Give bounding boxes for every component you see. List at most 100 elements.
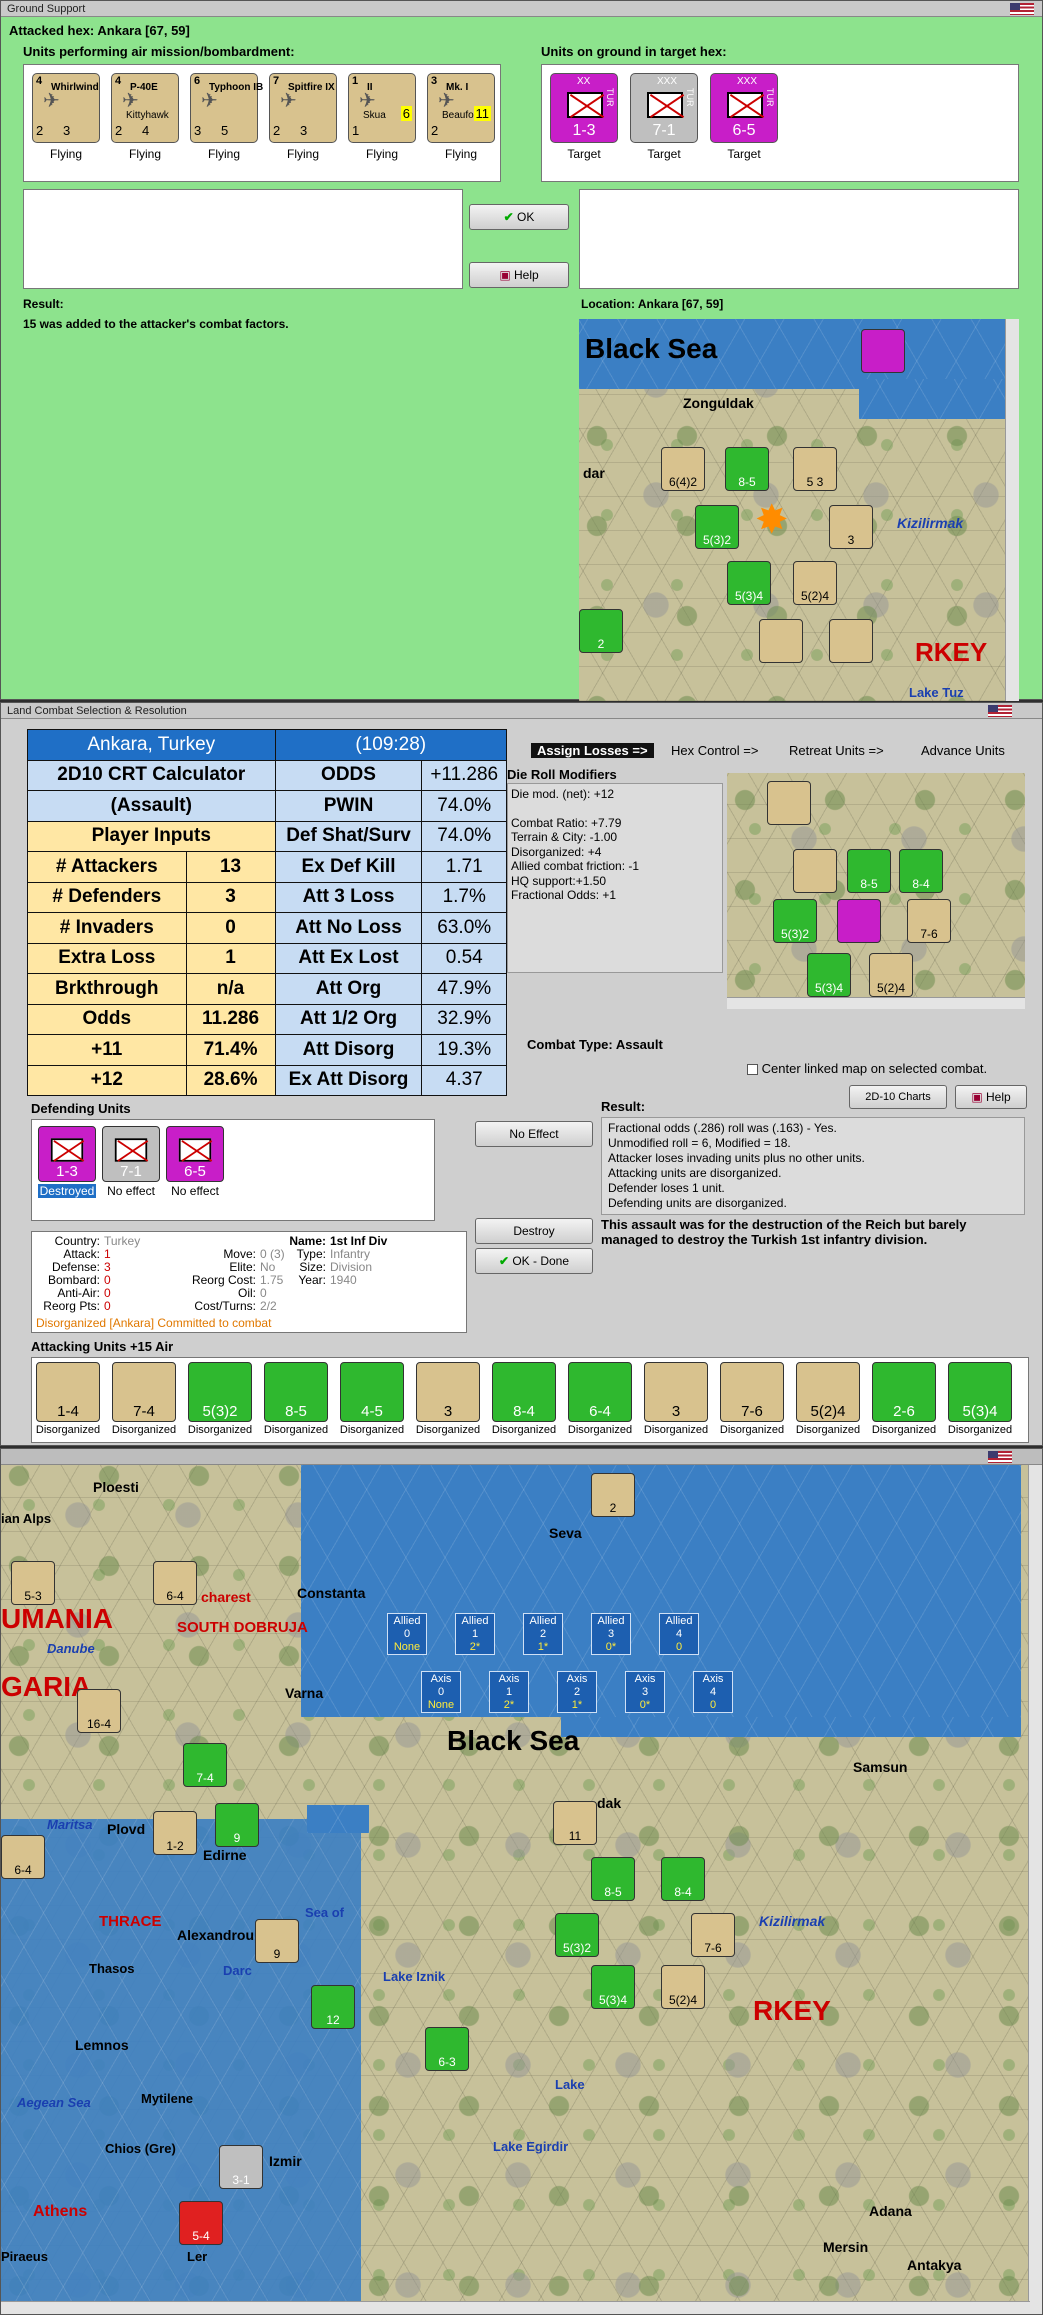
map-unit-counter[interactable]: 8-5 xyxy=(591,1857,635,1901)
defender-counter[interactable]: 6-5 xyxy=(166,1126,224,1182)
center-checkbox-row[interactable]: Center linked map on selected combat. xyxy=(747,1061,987,1076)
attacker-counter[interactable]: 6-4 xyxy=(568,1362,632,1422)
map-unit-counter[interactable]: 3-1 xyxy=(219,2145,263,2189)
main-map-titlebar[interactable] xyxy=(1,1449,1042,1465)
attacker-counter[interactable]: 5(2)4 xyxy=(796,1362,860,1422)
target-unit-counter[interactable]: XX TUR 1-3 xyxy=(550,73,618,143)
tab-assign-losses[interactable]: Assign Losses => xyxy=(531,743,654,758)
destroy-button[interactable]: Destroy xyxy=(475,1218,593,1244)
defender-counter[interactable]: 1-3 xyxy=(38,1126,96,1182)
crt-header-right: (109:28) xyxy=(274,729,508,761)
combat-minimap[interactable]: 8-5 8-4 5(3)2 7-6 5(3)4 5(2)4 xyxy=(727,773,1025,1009)
unit-info-label: Reorg Cost: xyxy=(191,1273,256,1287)
main-map-vscrollbar[interactable] xyxy=(1028,1465,1042,2314)
main-map-hscrollbar[interactable] xyxy=(1,2301,1030,2314)
air-unit-counter[interactable]: 4 Whirlwind 2 3 ✈ xyxy=(32,73,100,143)
combat-help-button[interactable]: ▣ Help xyxy=(955,1085,1027,1109)
minimap-vscrollbar[interactable] xyxy=(1005,319,1019,701)
map-unit-counter[interactable]: 6-3 xyxy=(425,2027,469,2071)
map-unit-counter[interactable]: 6-4 xyxy=(1,1835,45,1879)
defending-units-panel: 1-3 Destroyed 7-1 No effect 6-5 No effect xyxy=(31,1119,435,1221)
map-unit-counter[interactable]: 5(3)4 xyxy=(591,1965,635,2009)
allied-box-value: 0 xyxy=(675,1641,683,1653)
unit-info-value: 3 xyxy=(104,1260,111,1274)
crt-input-value[interactable]: 11.286 xyxy=(185,1003,276,1035)
land-combat-titlebar[interactable]: Land Combat Selection & Resolution xyxy=(1,703,1042,719)
map-unit-counter[interactable]: 5(2)4 xyxy=(661,1965,705,2009)
attacker-status: Disorganized xyxy=(111,1424,177,1436)
ok-done-button[interactable]: ✔ OK - Done xyxy=(475,1248,593,1274)
crt-input-value[interactable]: 1 xyxy=(185,942,276,974)
map-unit-counter[interactable]: 5-4 xyxy=(179,2201,223,2245)
attacker-counter[interactable]: 5(3)2 xyxy=(188,1362,252,1422)
help-button[interactable]: ▣ Help xyxy=(469,262,569,288)
map-unit-counter[interactable]: 9 xyxy=(255,1919,299,1963)
result-label: Result: xyxy=(23,297,64,311)
map-unit-counter[interactable]: 6-4 xyxy=(153,1561,197,1605)
crt-input-value[interactable]: 71.4% xyxy=(185,1034,276,1066)
tab-advance-units[interactable]: Advance Units xyxy=(921,743,1005,758)
crt-calculator-title: 2D10 CRT Calculator xyxy=(27,759,276,791)
map-unit-counter[interactable]: 7-4 xyxy=(183,1743,227,1787)
crt-input-value[interactable]: 3 xyxy=(185,881,276,913)
air-unit-counter[interactable]: 4 P-40E Kittyhawk 2 4 ✈ xyxy=(111,73,179,143)
map-unit-counter[interactable]: 5(3)2 xyxy=(555,1913,599,1957)
allied-box-number: 0 xyxy=(403,1628,411,1640)
result-line: Defending units are disorganized. xyxy=(608,1196,787,1210)
map-unit-counter[interactable]: 5-3 xyxy=(11,1561,55,1605)
attacker-counter[interactable]: 4-5 xyxy=(340,1362,404,1422)
location-minimap[interactable]: Black Sea Zonguldak dar Kizilirmak RKEY … xyxy=(579,319,1019,701)
ok-button[interactable]: ✔ OK xyxy=(469,204,569,230)
map-unit-counter[interactable]: 16-4 xyxy=(77,1689,121,1733)
crt-input-value[interactable]: 13 xyxy=(185,851,276,883)
no-effect-button[interactable]: No Effect xyxy=(475,1121,593,1147)
tab-retreat-units[interactable]: Retreat Units => xyxy=(789,743,884,758)
target-unit-counter[interactable]: XXX TUR 7-1 xyxy=(630,73,698,143)
target-unit-counter[interactable]: XXX TUR 6-5 xyxy=(710,73,778,143)
air-unit-counter[interactable]: 1 II Skua 6 1 ✈ xyxy=(348,73,416,143)
map-unit-counter[interactable]: 1-2 xyxy=(153,1811,197,1855)
charts-button[interactable]: 2D-10 Charts xyxy=(849,1085,947,1109)
crt-input-label: # Invaders xyxy=(27,912,187,944)
defender-counter[interactable]: 7-1 xyxy=(102,1126,160,1182)
attacker-counter[interactable]: 1-4 xyxy=(36,1362,100,1422)
defender-value: 6-5 xyxy=(184,1163,206,1180)
air-unit-counter[interactable]: 7 Spitfire IX 2 3 ✈ xyxy=(269,73,337,143)
attacker-value: 8-5 xyxy=(285,1403,307,1420)
attacker-counter[interactable]: 7-4 xyxy=(112,1362,176,1422)
air-unit-counter[interactable]: 6 Typhoon IB 3 5 ✈ xyxy=(190,73,263,143)
crt-input-value[interactable]: 0 xyxy=(185,912,276,944)
unit-info-status: Disorganized [Ankara] Committed to comba… xyxy=(36,1316,272,1330)
attacker-counter[interactable]: 2-6 xyxy=(872,1362,936,1422)
minimap-counter-3: 8-5 xyxy=(725,447,769,491)
attacker-counter[interactable]: 3 xyxy=(416,1362,480,1422)
crt-input-value[interactable]: n/a xyxy=(185,973,276,1005)
center-checkbox[interactable] xyxy=(747,1064,758,1076)
attacker-counter[interactable]: 3 xyxy=(644,1362,708,1422)
attacker-counter[interactable]: 8-5 xyxy=(264,1362,328,1422)
ground-support-titlebar[interactable]: Ground Support xyxy=(1,1,1042,17)
attacker-counter[interactable]: 7-6 xyxy=(720,1362,784,1422)
us-flag-icon xyxy=(988,705,1012,717)
die-roll-line: Die mod. (net): +12 xyxy=(511,787,615,801)
die-roll-line: Combat Ratio: +7.79 xyxy=(511,815,622,830)
map-unit-counter[interactable]: 7-6 xyxy=(691,1913,735,1957)
axis-box: Axis 0 None xyxy=(421,1671,461,1713)
attacker-counter[interactable]: 8-4 xyxy=(492,1362,556,1422)
minimap-country-label: RKEY xyxy=(915,637,988,667)
attacker-counter[interactable]: 5(3)4 xyxy=(948,1362,1012,1422)
minimap-sea-2 xyxy=(859,379,1019,419)
crt-input-value[interactable]: 28.6% xyxy=(185,1064,276,1096)
combat-minimap-hscrollbar[interactable] xyxy=(727,997,1025,1009)
map-unit-counter[interactable]: 8-4 xyxy=(661,1857,705,1901)
axis-box-number: 0 xyxy=(437,1686,445,1698)
air-unit-counter[interactable]: 3 Mk. I Beaufort 11 2 ✈ xyxy=(427,73,495,143)
map-unit-counter[interactable]: 9 xyxy=(215,1803,259,1847)
main-map-window[interactable]: Ploesti ian Alps Constanta UMANIA SOUTH … xyxy=(0,1448,1043,2315)
map-unit-counter[interactable]: 12 xyxy=(311,1985,355,2029)
map-unit-value: 9 xyxy=(233,1831,241,1845)
tab-hex-control[interactable]: Hex Control => xyxy=(671,743,758,758)
map-unit-counter[interactable]: 11 xyxy=(553,1801,597,1845)
map-unit-counter[interactable]: 2 xyxy=(591,1473,635,1517)
crt-input-label: Brkthrough xyxy=(27,973,187,1005)
